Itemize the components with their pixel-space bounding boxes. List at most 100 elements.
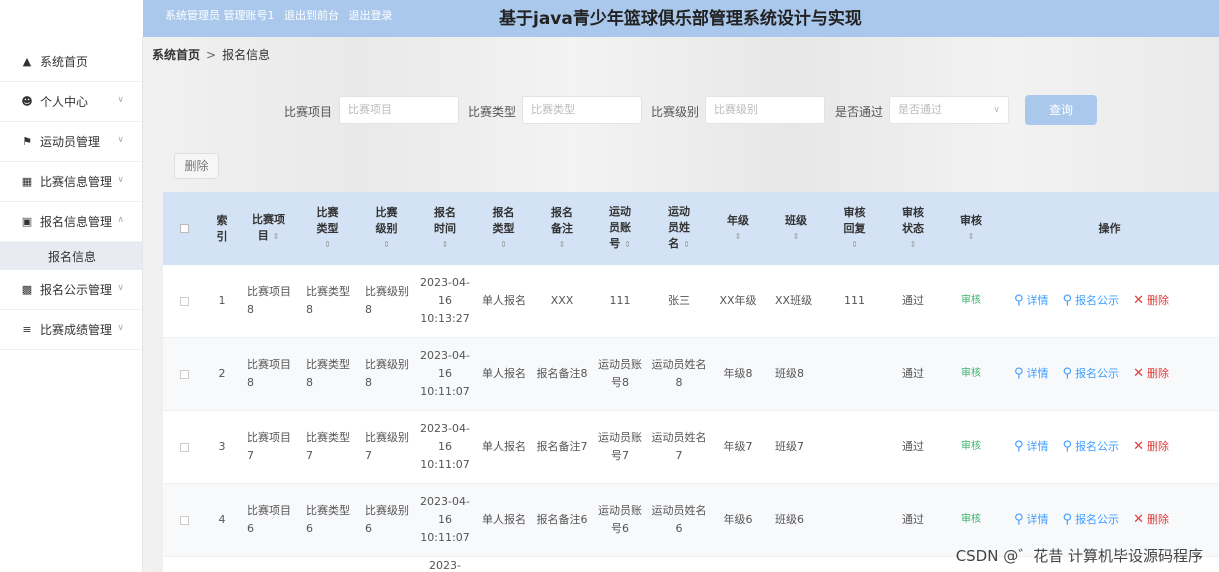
- detail-button[interactable]: ⚲ 详情: [1014, 438, 1049, 456]
- cell-operations: ⚲ 详情 ⚲ 报名公示 ✕ 删除: [1000, 411, 1219, 483]
- row-checkbox[interactable]: [163, 484, 205, 556]
- search-bar: 比赛项目 比赛项目 比赛类型 比赛类型 比赛级别 比赛级别 是否通过 是否通过 ∨…: [143, 95, 1219, 127]
- cell-name: 张三: [668, 294, 690, 307]
- detail-button[interactable]: ⚲ 详情: [1014, 292, 1049, 310]
- cell-audit[interactable]: 审核: [942, 265, 1000, 337]
- search-icon: ⚲: [1014, 293, 1024, 308]
- match-item-label: 比赛项目: [284, 105, 333, 119]
- col-signup-time[interactable]: 报名 时间 ⇕: [416, 192, 474, 265]
- cell-reply: 111: [844, 294, 865, 307]
- cell-operations: ⚲ 详情 ⚲ 报名公示 ✕ 删除: [1000, 265, 1219, 337]
- cell-class: 班级7: [775, 440, 804, 453]
- cell-operations: ⚲ 详情 ⚲ 报名公示 ✕ 删除: [1000, 338, 1219, 410]
- sidebar-subitem-signup-info[interactable]: 报名信息: [0, 242, 142, 270]
- sort-icon: ⇕: [558, 239, 566, 249]
- delete-button[interactable]: ✕ 删除: [1133, 511, 1169, 529]
- cell-signup-type: 单人报名: [482, 294, 526, 307]
- publish-button[interactable]: ⚲ 报名公示: [1063, 511, 1120, 529]
- grid-icon: ▩: [21, 283, 33, 296]
- cell-match-type: 比赛类型8: [306, 285, 350, 316]
- row-checkbox[interactable]: [163, 411, 205, 483]
- sidebar-item-publicity[interactable]: ▩ 报名公示管理 ∨: [0, 270, 142, 310]
- sidebar: ▲ 系统首页 ☻ 个人中心 ∨ ⚑ 运动员管理 ∨ ▦ 比赛信息管理 ∨ ▣ 报…: [0, 37, 143, 572]
- row-checkbox[interactable]: [163, 338, 205, 410]
- query-button[interactable]: 查询: [1025, 95, 1097, 125]
- cell-match-type: 比赛类型6: [306, 504, 350, 535]
- select-all-checkbox[interactable]: [163, 192, 205, 265]
- col-athlete-name[interactable]: 运动 员姓名 ⇕: [649, 192, 709, 265]
- cell-time: 2023-04-16 10:11:07: [420, 495, 470, 544]
- sort-icon: ⇕: [967, 231, 975, 241]
- cell-account: 运动员账号7: [598, 431, 642, 462]
- sidebar-item-home[interactable]: ▲ 系统首页: [0, 42, 142, 82]
- detail-button[interactable]: ⚲ 详情: [1014, 365, 1049, 383]
- sidebar-item-label: 运动员管理: [40, 135, 101, 149]
- cell-audit[interactable]: 审核: [942, 411, 1000, 483]
- cell-time: 2023-: [429, 559, 461, 572]
- col-match-level[interactable]: 比赛 级别 ⇕: [357, 192, 416, 265]
- batch-delete-button[interactable]: 删除: [174, 153, 219, 179]
- sidebar-item-label: 报名信息管理: [40, 215, 113, 229]
- detail-button[interactable]: ⚲ 详情: [1014, 511, 1049, 529]
- sidebar-item-matches[interactable]: ▦ 比赛信息管理 ∨: [0, 162, 142, 202]
- col-athlete-account[interactable]: 运动 员账号 ⇕: [591, 192, 649, 265]
- cell-grade: 年级8: [723, 367, 753, 380]
- cell-account: 运动员账号6: [598, 504, 642, 535]
- cell-match-type: 比赛类型8: [306, 358, 350, 389]
- cell-match-item: 比赛项目8: [247, 358, 291, 389]
- sort-icon: ⇕: [624, 240, 631, 249]
- back-to-front-link[interactable]: 退出到前台: [284, 9, 339, 22]
- table-row: 3 比赛项目7 比赛类型7 比赛级别7 2023-04-16 10:11:07 单人报名报…: [163, 411, 1219, 484]
- match-level-label: 比赛级别: [651, 105, 700, 119]
- cell-signup-type: 单人报名: [482, 513, 526, 526]
- cell-match-level: 比赛级别7: [365, 431, 409, 462]
- delete-button[interactable]: ✕ 删除: [1133, 292, 1169, 310]
- logout-link[interactable]: 退出登录: [349, 9, 393, 22]
- sort-icon: ⇕: [383, 239, 390, 249]
- row-checkbox[interactable]: [163, 265, 205, 337]
- col-signup-note[interactable]: 报名 备注 ⇕: [533, 192, 591, 265]
- col-class[interactable]: 班级 ⇕: [767, 192, 825, 265]
- col-signup-type[interactable]: 报名 类型 ⇕: [474, 192, 533, 265]
- match-level-input[interactable]: 比赛级别: [705, 96, 825, 124]
- table-row: 2 比赛项目8 比赛类型8 比赛级别8 2023-04-16 10:11:07 单人报名报…: [163, 338, 1219, 411]
- sort-icon: ⇕: [792, 231, 800, 241]
- cell-match-item: 比赛项目7: [247, 431, 291, 462]
- admin-account-label: 系统管理员 管理账号1: [165, 9, 275, 22]
- cell-audit[interactable]: 审核: [942, 338, 1000, 410]
- col-match-item[interactable]: 比赛项目 ⇕: [239, 192, 298, 265]
- breadcrumb-current: 报名信息: [222, 48, 271, 62]
- delete-button[interactable]: ✕ 删除: [1133, 438, 1169, 456]
- cell-note: 报名备注8: [536, 367, 588, 380]
- match-type-input[interactable]: 比赛类型: [522, 96, 642, 124]
- publish-button[interactable]: ⚲ 报名公示: [1063, 365, 1120, 383]
- cell-note: 报名备注7: [536, 440, 588, 453]
- breadcrumb-home[interactable]: 系统首页: [152, 48, 200, 62]
- sidebar-item-profile[interactable]: ☻ 个人中心 ∨: [0, 82, 142, 122]
- cell-status: 通过: [902, 440, 924, 453]
- publish-button[interactable]: ⚲ 报名公示: [1063, 292, 1120, 310]
- cell-status: 通过: [902, 513, 924, 526]
- sidebar-item-signups[interactable]: ▣ 报名信息管理 ∧: [0, 202, 142, 242]
- cell-grade: XX年级: [719, 294, 757, 307]
- match-item-input[interactable]: 比赛项目: [339, 96, 459, 124]
- col-audit-status[interactable]: 审核 状态 ⇕: [884, 192, 942, 265]
- passed-select-placeholder: 是否通过: [898, 103, 942, 116]
- sidebar-item-athletes[interactable]: ⚑ 运动员管理 ∨: [0, 122, 142, 162]
- sidebar-item-label: 系统首页: [40, 55, 89, 69]
- cell-account: 运动员账号8: [598, 358, 642, 389]
- col-match-type[interactable]: 比赛 类型 ⇕: [298, 192, 357, 265]
- col-index: 索引: [216, 213, 228, 243]
- sidebar-item-scores[interactable]: ≡ 比赛成绩管理 ∨: [0, 310, 142, 350]
- col-audit[interactable]: 审核 ⇕: [942, 192, 1000, 265]
- sort-icon: ⇕: [734, 231, 742, 241]
- col-grade[interactable]: 年级 ⇕: [709, 192, 767, 265]
- delete-button[interactable]: ✕ 删除: [1133, 365, 1169, 383]
- search-icon: ⚲: [1014, 512, 1024, 527]
- sort-icon: ⇕: [324, 239, 331, 249]
- publish-button[interactable]: ⚲ 报名公示: [1063, 438, 1120, 456]
- col-audit-reply[interactable]: 审核 回复 ⇕: [825, 192, 884, 265]
- passed-select[interactable]: 是否通过 ∨: [889, 96, 1009, 124]
- cell-reply: [825, 484, 884, 556]
- cell-match-level: 比赛级别6: [365, 504, 409, 535]
